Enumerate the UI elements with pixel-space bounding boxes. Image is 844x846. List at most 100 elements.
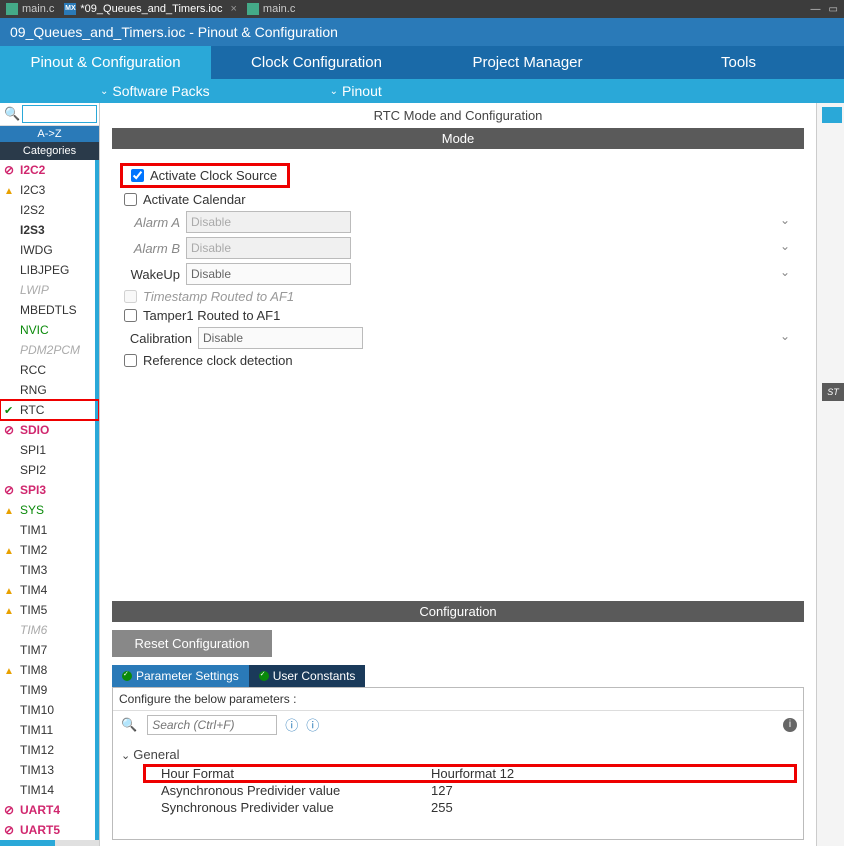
- pinout-view-strip: ST: [816, 103, 844, 846]
- periph-item-pdm2pcm[interactable]: PDM2PCM: [0, 340, 99, 360]
- periph-item-i2c2[interactable]: I2C2: [0, 160, 99, 180]
- periph-item-rtc[interactable]: RTC: [0, 400, 99, 420]
- periph-item-tim1[interactable]: TIM1: [0, 520, 99, 540]
- periph-item-sys[interactable]: SYS: [0, 500, 99, 520]
- calibration-label: Calibration: [120, 331, 192, 346]
- periph-item-tim4[interactable]: TIM4: [0, 580, 99, 600]
- status-icon: [4, 182, 16, 194]
- periph-item-tim3[interactable]: TIM3: [0, 560, 99, 580]
- periph-item-uart5[interactable]: UART5: [0, 820, 99, 840]
- param-row[interactable]: Asynchronous Predivider value127: [161, 783, 795, 798]
- status-icon: [4, 282, 16, 294]
- periph-item-tim2[interactable]: TIM2: [0, 540, 99, 560]
- search-prev-icon[interactable]: ⓘ: [285, 715, 298, 734]
- refclock-label: Reference clock detection: [143, 353, 293, 368]
- alarm-a-label: Alarm A: [120, 215, 180, 230]
- tab-user-constants[interactable]: User Constants: [249, 665, 366, 687]
- chevron-down-icon: ⌄: [100, 86, 108, 97]
- periph-item-uart4[interactable]: UART4: [0, 800, 99, 820]
- periph-item-rng[interactable]: RNG: [0, 380, 99, 400]
- param-key: Synchronous Predivider value: [161, 800, 431, 815]
- periph-item-spi2[interactable]: SPI2: [0, 460, 99, 480]
- mx-file-icon: MX: [64, 3, 76, 15]
- breadcrumb-item[interactable]: 09_Queues_and_Timers.ioc - Pinout & Conf…: [0, 18, 352, 46]
- mode-section: Activate Clock Source Activate Calendar …: [112, 149, 804, 382]
- highlight-activate-clock: Activate Clock Source: [120, 163, 290, 188]
- tab-parameter-settings[interactable]: Parameter Settings: [112, 665, 249, 687]
- activate-calendar-checkbox[interactable]: [124, 193, 137, 206]
- periph-item-tim7[interactable]: TIM7: [0, 640, 99, 660]
- st-logo-icon: ST: [822, 383, 844, 401]
- param-value: 255: [431, 800, 453, 815]
- tab-project-manager[interactable]: Project Manager: [422, 46, 633, 79]
- peripheral-list[interactable]: I2C2I2C3I2S2I2S3IWDGLIBJPEGLWIPMBEDTLSNV…: [0, 160, 99, 840]
- categories-button[interactable]: Categories: [0, 142, 99, 160]
- periph-item-spi1[interactable]: SPI1: [0, 440, 99, 460]
- periph-item-lwip[interactable]: LWIP: [0, 280, 99, 300]
- param-row[interactable]: Hour FormatHourformat 12: [145, 766, 795, 781]
- periph-item-tim8[interactable]: TIM8: [0, 660, 99, 680]
- collapse-handle[interactable]: [822, 107, 842, 123]
- reset-config-button[interactable]: Reset Configuration: [112, 630, 272, 657]
- wakeup-label: WakeUp: [120, 267, 180, 282]
- refclock-checkbox[interactable]: [124, 354, 137, 367]
- peripheral-search-input[interactable]: [22, 105, 97, 123]
- periph-item-tim10[interactable]: TIM10: [0, 700, 99, 720]
- info-icon[interactable]: i: [783, 718, 797, 732]
- periph-item-tim9[interactable]: TIM9: [0, 680, 99, 700]
- sort-button[interactable]: A->Z: [0, 126, 99, 142]
- alarm-b-select: [186, 237, 351, 259]
- tab-tools[interactable]: Tools: [633, 46, 844, 79]
- param-group-general[interactable]: General: [121, 747, 795, 762]
- activate-clock-checkbox[interactable]: [131, 169, 144, 182]
- editor-tab-main2[interactable]: main.c: [247, 3, 295, 15]
- periph-item-tim13[interactable]: TIM13: [0, 760, 99, 780]
- periph-item-tim6[interactable]: TIM6: [0, 620, 99, 640]
- editor-tab-main1[interactable]: main.c: [6, 3, 54, 15]
- subtab-software-packs[interactable]: ⌄Software Packs: [100, 83, 210, 99]
- calibration-select[interactable]: [198, 327, 363, 349]
- periph-item-i2s3[interactable]: I2S3: [0, 220, 99, 240]
- wakeup-select[interactable]: [186, 263, 351, 285]
- search-next-icon[interactable]: ⓘ: [306, 715, 319, 734]
- sub-tabs: ⌄Software Packs ⌄Pinout: [0, 79, 844, 103]
- maximize-icon[interactable]: ▭: [829, 4, 838, 15]
- periph-item-i2c3[interactable]: I2C3: [0, 180, 99, 200]
- periph-item-i2s2[interactable]: I2S2: [0, 200, 99, 220]
- param-tabs: Parameter Settings User Constants: [112, 665, 804, 687]
- periph-item-sdio[interactable]: SDIO: [0, 420, 99, 440]
- status-icon: [4, 162, 16, 174]
- param-search-input[interactable]: [147, 715, 277, 735]
- tab-pinout-config[interactable]: Pinout & Configuration: [0, 46, 211, 79]
- param-tree: General Hour FormatHourformat 12 Asynchro…: [113, 739, 803, 840]
- timestamp-label: Timestamp Routed to AF1: [143, 289, 294, 304]
- status-icon: [4, 222, 16, 234]
- periph-item-iwdg[interactable]: IWDG: [0, 240, 99, 260]
- status-icon: [4, 262, 16, 274]
- periph-item-nvic[interactable]: NVIC: [0, 320, 99, 340]
- periph-item-tim11[interactable]: TIM11: [0, 720, 99, 740]
- close-tab-icon[interactable]: ×: [230, 3, 236, 15]
- periph-item-spi3[interactable]: SPI3: [0, 480, 99, 500]
- param-key: Asynchronous Predivider value: [161, 783, 431, 798]
- tamper-checkbox[interactable]: [124, 309, 137, 322]
- status-icon: [4, 802, 16, 814]
- periph-item-rcc[interactable]: RCC: [0, 360, 99, 380]
- subtab-pinout[interactable]: ⌄Pinout: [330, 83, 382, 99]
- config-instruction: Configure the below parameters :: [113, 688, 803, 711]
- minimize-icon[interactable]: —: [811, 4, 821, 15]
- search-icon: 🔍: [4, 106, 20, 122]
- param-row[interactable]: Synchronous Predivider value255: [161, 800, 795, 815]
- periph-item-tim12[interactable]: TIM12: [0, 740, 99, 760]
- periph-item-mbedtls[interactable]: MBEDTLS: [0, 300, 99, 320]
- status-icon: [4, 302, 16, 314]
- param-value: 127: [431, 783, 453, 798]
- periph-item-tim5[interactable]: TIM5: [0, 600, 99, 620]
- tab-clock-config[interactable]: Clock Configuration: [211, 46, 422, 79]
- check-icon: [122, 671, 132, 681]
- periph-item-libjpeg[interactable]: LIBJPEG: [0, 260, 99, 280]
- status-icon: [4, 482, 16, 494]
- periph-item-tim14[interactable]: TIM14: [0, 780, 99, 800]
- breadcrumb-bar: 09_Queues_and_Timers.ioc - Pinout & Conf…: [0, 18, 844, 46]
- editor-tab-ioc[interactable]: MX*09_Queues_and_Timers.ioc×: [64, 3, 237, 15]
